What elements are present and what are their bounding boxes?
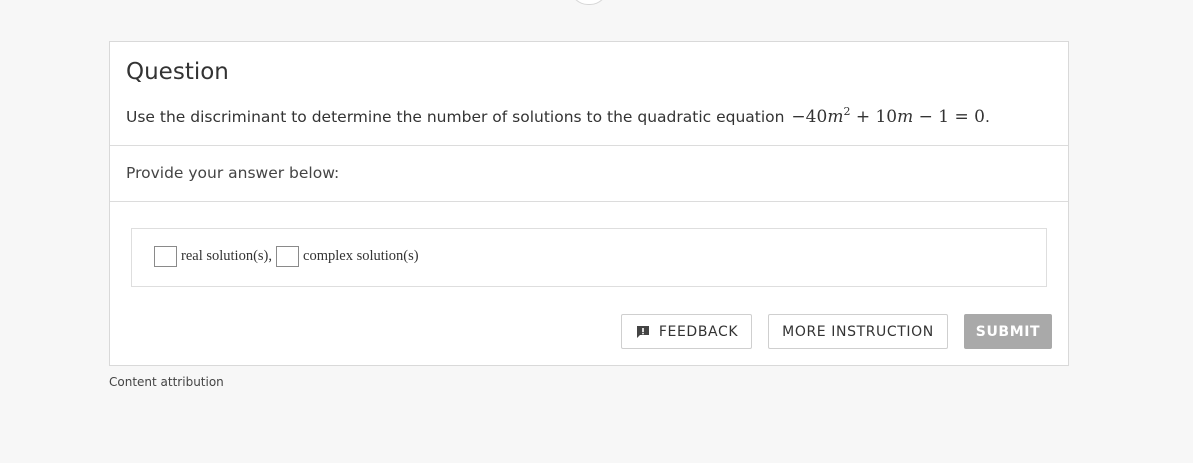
more-instruction-button-label: MORE INSTRUCTION	[782, 323, 934, 340]
question-title: Question	[126, 59, 229, 85]
feedback-icon	[636, 325, 649, 338]
submit-button-label: SUBMIT	[975, 323, 1041, 340]
complex-solutions-label: complex solution(s)	[303, 248, 419, 264]
feedback-button-label: FEEDBACK	[658, 323, 739, 340]
feedback-button[interactable]: FEEDBACK	[621, 314, 752, 349]
real-solutions-label: real solution(s),	[181, 248, 273, 264]
answer-box: real solution(s), complex solution(s)	[131, 228, 1047, 287]
equation-period: .	[985, 108, 990, 126]
answer-prompt-section: Provide your answer below:	[110, 146, 1068, 202]
complex-solutions-input[interactable]	[276, 246, 300, 267]
quadratic-equation: −40m2 + 10m − 1 = 0	[791, 106, 985, 127]
question-text-body: Use the discriminant to determine the nu…	[126, 108, 785, 126]
question-text: Use the discriminant to determine the nu…	[126, 106, 990, 127]
submit-button[interactable]: SUBMIT	[964, 314, 1052, 349]
equation-variable: m	[827, 107, 844, 127]
equation-coefficient: −40	[791, 107, 828, 127]
more-instruction-button[interactable]: MORE INSTRUCTION	[768, 314, 948, 349]
answer-prompt: Provide your answer below:	[126, 164, 340, 182]
question-card: Question Use the discriminant to determi…	[109, 41, 1069, 366]
equation-tail: − 1 = 0	[913, 107, 985, 127]
real-solutions-input[interactable]	[154, 246, 177, 267]
top-circle-decoration	[570, 0, 608, 5]
equation-middle-term: + 10	[850, 107, 898, 127]
answer-row: real solution(s), complex solution(s)	[154, 246, 423, 267]
equation-variable-2: m	[897, 107, 914, 127]
content-attribution-link[interactable]: Content attribution	[109, 375, 224, 389]
question-section: Question Use the discriminant to determi…	[110, 42, 1068, 146]
